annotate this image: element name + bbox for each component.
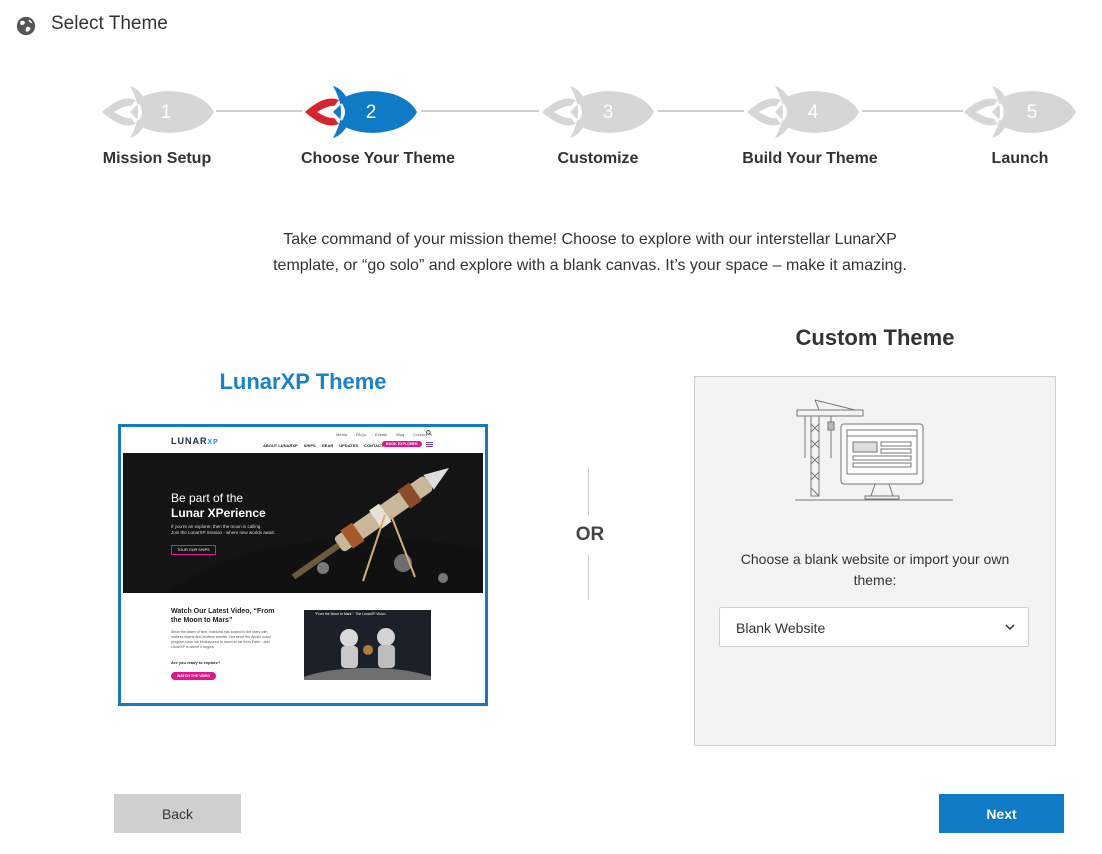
preview-nav-item: UPDATES xyxy=(339,443,359,448)
preview-top-link: FAQs xyxy=(355,432,366,437)
chevron-down-icon xyxy=(1005,624,1015,631)
preview-video-button: WATCH THE VIDEO xyxy=(171,672,217,680)
step-1-label: Mission Setup xyxy=(102,150,212,167)
preview-hero-subtext: If you’re an explorer, then the moon is … xyxy=(171,524,275,535)
preview-top-link: Events xyxy=(374,432,388,437)
step-3-number: 3 xyxy=(603,102,614,123)
theme-source-select-value: Blank Website xyxy=(736,620,826,636)
step-2-number: 2 xyxy=(366,102,377,123)
preview-nav-item: ABOUT LUNARXP xyxy=(263,443,298,448)
preview-hero-line2: Lunar XPerience xyxy=(171,506,266,520)
preview-hero-button: TOUR OUR SHIPS xyxy=(171,545,216,555)
step-connector xyxy=(216,110,302,112)
preview-top-link: Media xyxy=(336,432,347,437)
intro-text: Take command of your mission theme! Choo… xyxy=(200,227,980,279)
preview-video-question: Are you ready to explore? xyxy=(171,660,221,665)
step-connector xyxy=(421,110,539,112)
preview-nav-cta: BOOK EXPLORER xyxy=(382,441,422,447)
back-button[interactable]: Back xyxy=(114,794,241,833)
custom-theme-title: Custom Theme xyxy=(795,325,955,350)
custom-theme-description: Choose a blank website or import your ow… xyxy=(740,551,1010,588)
preview-logo: LUNARXP xyxy=(171,436,219,446)
intro-line-1: Take command of your mission theme! Choo… xyxy=(283,231,897,248)
step-5-rocket-icon[interactable]: 5 xyxy=(962,84,1080,138)
preview-video-body: Since the dawn of time, mankind has look… xyxy=(171,630,272,649)
lunarxp-theme-preview[interactable]: Media FAQs Events Blog Contact LUNARXP A… xyxy=(118,424,488,706)
step-4-number: 4 xyxy=(808,102,819,123)
step-connector xyxy=(862,110,963,112)
or-divider-text: OR xyxy=(575,524,605,545)
step-connector xyxy=(658,110,744,112)
step-3-rocket-icon[interactable]: 3 xyxy=(540,84,658,138)
lunarxp-theme-title: LunarXP Theme xyxy=(219,369,387,394)
step-1-number: 1 xyxy=(161,102,172,123)
page-title: Select Theme xyxy=(51,13,168,34)
intro-line-2: template, or “go solo” and explore with … xyxy=(273,257,907,274)
step-2-label: Choose Your Theme xyxy=(300,150,456,167)
preview-nav-item: GEAR xyxy=(321,443,334,448)
preview-top-link: Contact xyxy=(413,432,427,437)
preview-menu-icon xyxy=(426,442,433,447)
preview-video-caption: “From the Moon to Mars” · The LunarXP Vi… xyxy=(315,612,386,616)
step-2-rocket-icon[interactable]: 2 xyxy=(303,84,421,138)
step-3-label: Customize xyxy=(557,150,639,167)
preview-nav-item: CONTACT xyxy=(364,443,384,448)
step-5-label: Launch xyxy=(991,150,1049,167)
or-divider-line-top xyxy=(588,467,589,515)
preview-video-heading: Watch Our Latest Video, “From the Moon t… xyxy=(171,608,275,624)
theme-source-select[interactable]: Blank Website xyxy=(719,607,1029,647)
or-divider-line-bottom xyxy=(588,554,589,600)
preview-hero-line1: Be part of the xyxy=(171,491,244,505)
step-1-rocket-icon[interactable]: 1 xyxy=(100,84,218,138)
next-button[interactable]: Next xyxy=(939,794,1064,833)
preview-video-thumbnail xyxy=(304,610,431,680)
preview-top-link: Blog xyxy=(396,432,405,437)
step-4-rocket-icon[interactable]: 4 xyxy=(745,84,863,138)
step-5-number: 5 xyxy=(1027,102,1038,123)
step-4-label: Build Your Theme xyxy=(742,150,878,167)
globe-icon xyxy=(16,16,36,36)
preview-search-icon xyxy=(426,430,432,436)
preview-hero-image xyxy=(123,453,483,593)
preview-nav-item: SHIPS xyxy=(303,443,316,448)
crane-building-website-icon xyxy=(795,399,953,501)
